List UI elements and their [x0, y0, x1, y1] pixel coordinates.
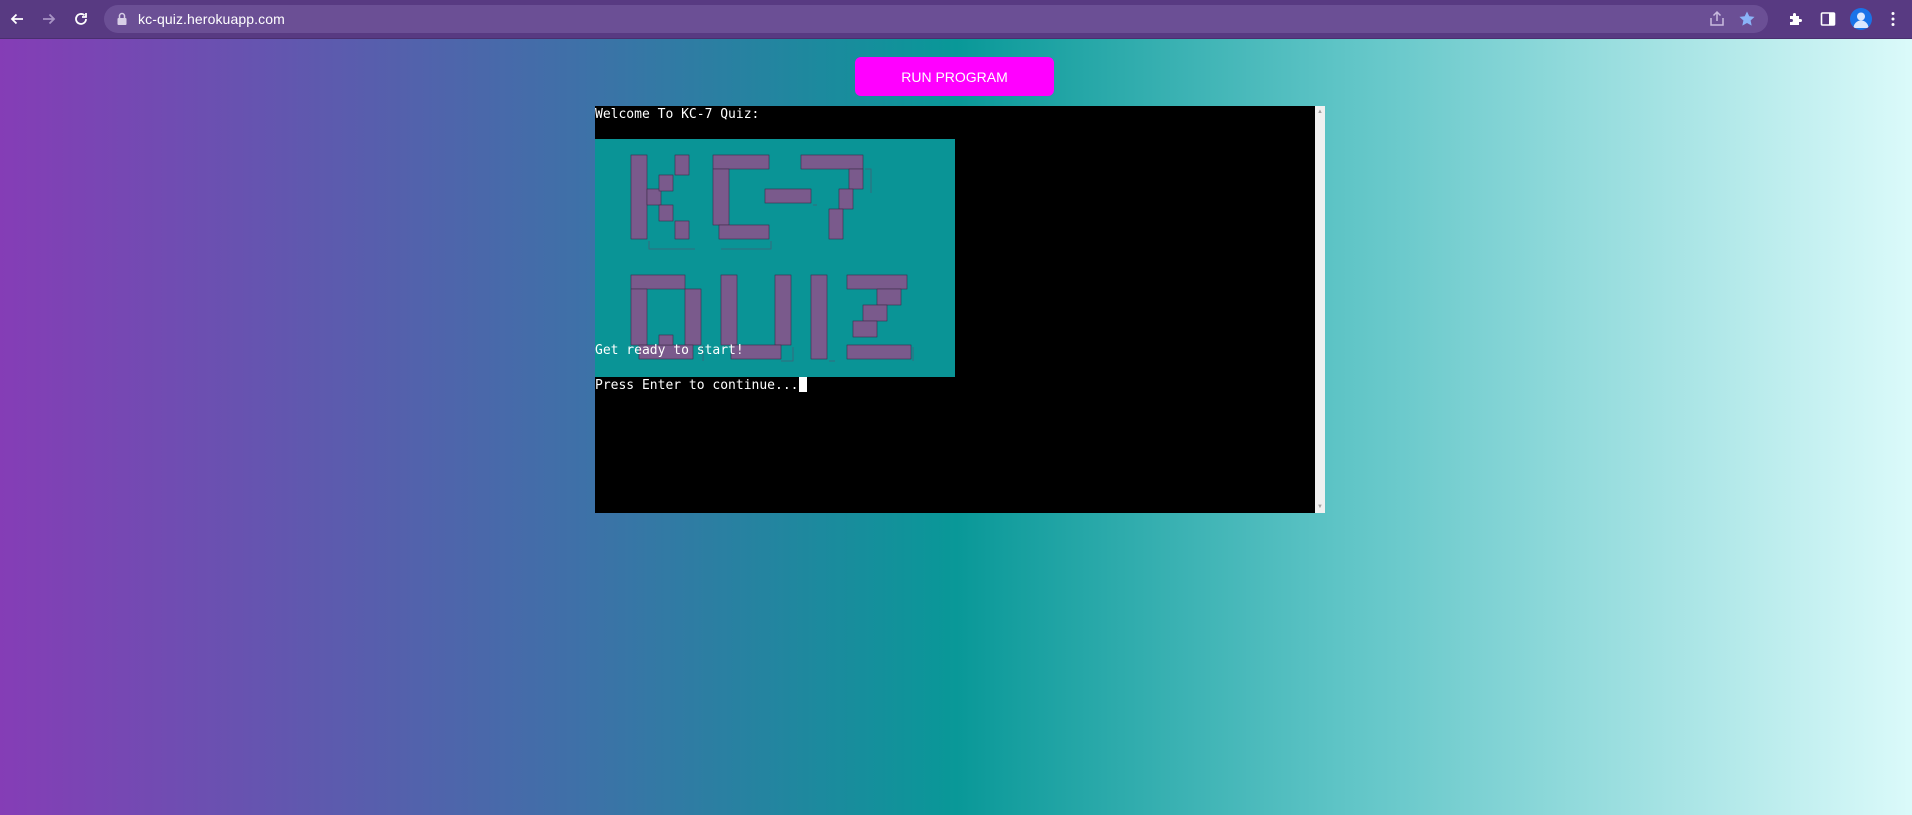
- browser-menu-button[interactable]: [1880, 6, 1906, 32]
- scroll-up-arrow-icon[interactable]: ▲: [1317, 109, 1323, 115]
- star-icon[interactable]: [1738, 10, 1756, 33]
- terminal-cursor: [798, 377, 807, 392]
- run-program-button[interactable]: RUN PROGRAM: [855, 57, 1054, 96]
- address-bar[interactable]: kc-quiz.herokuapp.com: [104, 5, 1768, 33]
- lock-icon[interactable]: [116, 12, 128, 31]
- terminal-welcome-text: Welcome To KC-7 Quiz:: [595, 107, 760, 122]
- reload-button[interactable]: [68, 6, 94, 32]
- side-panel-button[interactable]: [1815, 6, 1841, 32]
- terminal-prompt-text: Press Enter to continue...: [595, 378, 799, 393]
- page-background: RUN PROGRAM Welcome To KC-7 Quiz: Get re…: [0, 39, 1912, 815]
- side-panel-icon: [1820, 11, 1836, 27]
- kc7-quiz-ascii-logo: [595, 139, 955, 377]
- reload-icon: [73, 11, 89, 27]
- profile-avatar-icon[interactable]: [1850, 8, 1872, 30]
- arrow-left-icon: [9, 11, 25, 27]
- extensions-button[interactable]: [1783, 6, 1809, 32]
- terminal-window[interactable]: Welcome To KC-7 Quiz: Get ready to start…: [595, 106, 1325, 513]
- back-button[interactable]: [4, 6, 30, 32]
- terminal-ready-text: Get ready to start!: [595, 343, 744, 358]
- terminal-prompt-line[interactable]: Press Enter to continue...: [595, 377, 807, 394]
- browser-toolbar: kc-quiz.herokuapp.com: [0, 0, 1912, 39]
- puzzle-icon: [1788, 11, 1804, 27]
- forward-button[interactable]: [36, 6, 62, 32]
- kebab-menu-icon: [1890, 11, 1896, 27]
- terminal-scrollbar[interactable]: ▲ ▼: [1315, 106, 1325, 513]
- scroll-down-arrow-icon[interactable]: ▼: [1317, 504, 1323, 510]
- share-icon[interactable]: [1708, 10, 1726, 33]
- arrow-right-icon: [41, 11, 57, 27]
- url-text[interactable]: kc-quiz.herokuapp.com: [138, 11, 285, 27]
